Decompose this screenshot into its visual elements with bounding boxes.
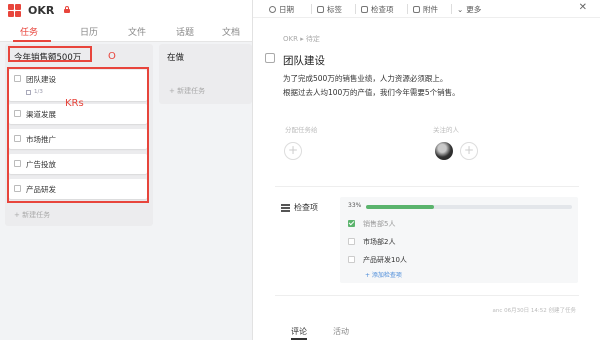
task-description-line[interactable]: 根据过去人均100万的产值，我们今年需要5个销售。 bbox=[283, 87, 460, 98]
tab-topics[interactable]: 话题 bbox=[176, 25, 194, 38]
lock-icon bbox=[64, 6, 70, 13]
tab-comments[interactable]: 评论 bbox=[291, 326, 307, 337]
task-board: OKR 任务 日历 文件 话题 文档 今年销售额500万 O 团队建设 1/3 … bbox=[0, 0, 252, 340]
tab-tasks[interactable]: 任务 bbox=[20, 25, 38, 38]
tab-docs[interactable]: 文档 bbox=[222, 25, 240, 38]
checklist-item-label[interactable]: 产品研发10人 bbox=[363, 255, 407, 265]
more-button[interactable]: ⌄ 更多 bbox=[457, 4, 481, 15]
section-divider bbox=[275, 186, 579, 187]
chevron-down-icon: ⌄ bbox=[457, 5, 464, 14]
checklist-icon bbox=[26, 90, 31, 95]
task-card[interactable]: 广告投放 bbox=[9, 154, 147, 174]
app-header: OKR bbox=[0, 0, 252, 22]
checklist-item-label[interactable]: 市场部2人 bbox=[363, 237, 395, 247]
checklist-section-label: 检查项 bbox=[294, 203, 318, 212]
detail-toolbar: 日期 标签 检查项 附件 ⌄ 更多 ✕ bbox=[253, 0, 600, 18]
tab-activity[interactable]: 活动 bbox=[333, 326, 349, 337]
add-assignee-button[interactable]: + bbox=[284, 142, 302, 160]
app-logo-icon bbox=[8, 4, 22, 18]
add-task-button[interactable]: + 新建任务 bbox=[14, 210, 50, 220]
checklist-percent: 33% bbox=[348, 202, 362, 209]
section-divider bbox=[275, 295, 579, 296]
doing-column-title: 在做 bbox=[167, 53, 185, 63]
objective-highlight-box bbox=[8, 46, 92, 62]
checklist-button[interactable]: 检查项 bbox=[361, 4, 394, 15]
add-task-button[interactable]: + 新建任务 bbox=[169, 86, 205, 96]
task-checkbox[interactable] bbox=[14, 75, 21, 82]
task-card-label: 团队建设 bbox=[26, 75, 56, 84]
tab-calendar[interactable]: 日历 bbox=[80, 25, 98, 38]
add-checklist-item-button[interactable]: + 添加检查项 bbox=[365, 270, 402, 279]
assignee-label: 分配任务给 bbox=[285, 126, 318, 134]
checklist-item-label[interactable]: 销售部5人 bbox=[363, 219, 395, 229]
attachment-button[interactable]: 附件 bbox=[413, 4, 438, 15]
checklist-item-checkbox[interactable] bbox=[348, 256, 355, 263]
tab-files[interactable]: 文件 bbox=[128, 25, 146, 38]
breadcrumb[interactable]: OKR ▸ 待定 bbox=[283, 34, 320, 44]
checklist-count: 1/3 bbox=[34, 89, 43, 95]
task-checkbox[interactable] bbox=[14, 160, 21, 167]
checklist-progress-fill bbox=[366, 205, 434, 209]
task-card[interactable]: 市场推广 bbox=[9, 129, 147, 149]
task-card[interactable]: 产品研发 bbox=[9, 179, 147, 199]
objective-annotation: O bbox=[108, 51, 116, 62]
activity-meta: anc 06月30日 14:52 创建了任务 bbox=[492, 308, 576, 314]
task-card[interactable]: 团队建设 1/3 bbox=[9, 70, 147, 101]
project-tabs: 任务 日历 文件 话题 文档 bbox=[0, 22, 252, 42]
task-complete-checkbox[interactable] bbox=[265, 53, 275, 63]
active-tab-indicator bbox=[13, 40, 51, 42]
task-checkbox[interactable] bbox=[14, 135, 21, 142]
task-checkbox[interactable] bbox=[14, 185, 21, 192]
task-card-label: 市场推广 bbox=[26, 135, 56, 144]
paperclip-icon bbox=[413, 6, 420, 13]
project-title: OKR bbox=[28, 4, 55, 17]
task-detail-panel: 日期 标签 检查项 附件 ⌄ 更多 ✕ OKR ▸ 待定 团队建设 为了完成500… bbox=[252, 0, 600, 340]
task-card-label: 产品研发 bbox=[26, 185, 56, 194]
task-title[interactable]: 团队建设 bbox=[283, 53, 325, 68]
date-button[interactable]: 日期 bbox=[269, 4, 294, 15]
avatar[interactable] bbox=[435, 142, 453, 160]
task-card-label: 渠道发展 bbox=[26, 110, 56, 119]
clock-icon bbox=[269, 6, 276, 13]
key-results-annotation: KRs bbox=[65, 98, 84, 109]
task-description-line[interactable]: 为了完成500万的销售业绩，人力资源必须跟上。 bbox=[283, 73, 447, 84]
checklist-item-checkbox[interactable] bbox=[348, 238, 355, 245]
close-icon[interactable]: ✕ bbox=[579, 2, 587, 13]
checklist-item-checkbox[interactable] bbox=[348, 220, 355, 227]
task-card-label: 广告投放 bbox=[26, 160, 56, 169]
checklist-list-icon bbox=[281, 204, 290, 212]
followers-label: 关注的人 bbox=[433, 126, 459, 134]
task-checkbox[interactable] bbox=[14, 110, 21, 117]
tag-icon bbox=[317, 6, 324, 13]
checklist-icon bbox=[361, 6, 368, 13]
add-follower-button[interactable]: + bbox=[460, 142, 478, 160]
checklist-progress-bar bbox=[366, 205, 572, 209]
tag-button[interactable]: 标签 bbox=[317, 4, 342, 15]
